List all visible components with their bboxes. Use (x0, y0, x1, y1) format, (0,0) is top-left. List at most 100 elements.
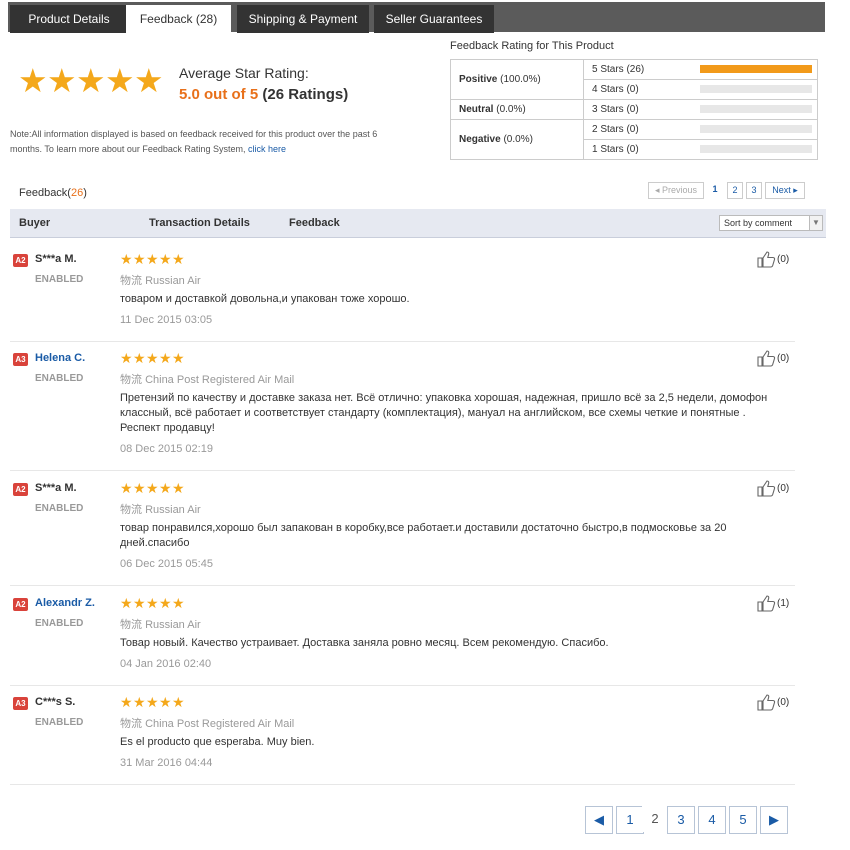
shipping-method: 物流 Russian Air (120, 619, 201, 631)
rating-table-title: Feedback Rating for This Product (450, 40, 614, 52)
note-text: Note:All information displayed is based … (10, 129, 378, 154)
click-here-link[interactable]: click here (248, 144, 286, 154)
page-2: 2 (642, 806, 668, 832)
feedback-table-header: Buyer Transaction Details Feedback Sort … (10, 209, 826, 238)
helpful-count: (0) (777, 254, 790, 266)
star-icon: ★ (105, 62, 135, 99)
page-3[interactable]: 3 (667, 806, 695, 834)
page-1[interactable]: 1 (708, 182, 722, 197)
review-text: товаром и доставкой довольна,и упакован … (120, 293, 410, 305)
review-date: 11 Dec 2015 03:05 (120, 314, 213, 326)
page-3[interactable]: 3 (746, 182, 762, 199)
rating-bar (700, 145, 812, 153)
star-icon: ★ (134, 62, 164, 99)
average-rating-title: Average Star Rating: (179, 65, 309, 81)
review-entry: A3 C***s S. ENABLED ★★★★★ 物流 China Post Regi… (10, 694, 795, 785)
buyer-status: ENABLED (35, 618, 84, 629)
buyer-level-badge: A3 (13, 697, 28, 710)
rating-category-neutral: Neutral (0.0%) (450, 99, 584, 120)
review-entry: A2 S***a M. ENABLED ★★★★★ 物流 Russian Air това… (10, 251, 795, 342)
review-date: 06 Dec 2015 05:45 (120, 558, 213, 570)
thumbs-up-icon (757, 350, 776, 367)
next-button[interactable]: Next ▸ (765, 182, 805, 199)
review-date: 04 Jan 2016 02:40 (120, 658, 212, 670)
prev-page-icon[interactable]: ◀ (585, 806, 613, 834)
average-rating-stars: ★★★★★ (18, 62, 164, 99)
page-1[interactable]: 1 (616, 806, 644, 834)
helpful-button[interactable]: (0) (757, 350, 789, 367)
star-icon: ★ (133, 480, 146, 496)
star-icon: ★ (146, 480, 159, 496)
page-5[interactable]: 5 (729, 806, 757, 834)
helpful-count: (0) (777, 353, 790, 365)
star-icon: ★ (146, 350, 159, 366)
star-icon: ★ (120, 694, 133, 710)
buyer-level-badge: A2 (13, 483, 28, 496)
review-entry: A2 Alexandr Z. ENABLED ★★★★★ 物流 Russian Air Т… (10, 595, 795, 686)
average-rating-value: 5.0 out of 5 (26 Ratings) (179, 86, 348, 103)
review-stars: ★★★★★ (120, 595, 185, 613)
review-date: 31 Mar 2016 04:44 (120, 757, 213, 769)
chevron-down-icon: ▼ (809, 216, 822, 230)
star-row-1: 1 Stars (0) (583, 139, 818, 160)
star-icon: ★ (146, 251, 159, 267)
rating-category-negative: Negative (0.0%) (450, 119, 584, 160)
buyer-status: ENABLED (35, 503, 84, 514)
buyer-name: S***a M. (35, 253, 77, 265)
review-text: Es el producto que esperaba. Muy bien. (120, 736, 315, 748)
helpful-button[interactable]: (0) (757, 480, 789, 497)
previous-button[interactable]: ◂ Previous (648, 182, 704, 199)
thumbs-up-icon (757, 251, 776, 268)
review-entry: A2 S***a M. ENABLED ★★★★★ 物流 Russian Air това… (10, 480, 795, 586)
ratings-count: (26 Ratings) (262, 86, 349, 103)
helpful-count: (0) (777, 697, 790, 709)
shipping-method: 物流 Russian Air (120, 504, 201, 516)
thumbs-up-icon (757, 480, 776, 497)
star-icon: ★ (146, 694, 159, 710)
star-row-5: 5 Stars (26) (583, 59, 818, 80)
helpful-button[interactable]: (0) (757, 251, 789, 268)
col-transaction: Transaction Details (149, 217, 250, 229)
star-icon: ★ (172, 480, 185, 496)
page-2[interactable]: 2 (727, 182, 743, 199)
star-icon: ★ (146, 595, 159, 611)
rating-bar (700, 125, 812, 133)
tab-feedback[interactable]: Feedback (28) (126, 5, 231, 35)
sort-dropdown[interactable]: Sort by comment ▼ (719, 215, 823, 231)
rating-category-positive: Positive (100.0%) (450, 59, 584, 100)
star-icon: ★ (159, 595, 172, 611)
tab-shipping-payment[interactable]: Shipping & Payment (237, 5, 369, 33)
star-icon: ★ (159, 251, 172, 267)
review-stars: ★★★★★ (120, 694, 185, 712)
tab-product-details[interactable]: Product Details (10, 5, 128, 33)
page-4[interactable]: 4 (698, 806, 726, 834)
star-icon: ★ (133, 350, 146, 366)
buyer-status: ENABLED (35, 717, 84, 728)
shipping-method: 物流 China Post Registered Air Mail (120, 718, 295, 730)
star-icon: ★ (172, 595, 185, 611)
buyer-status: ENABLED (35, 373, 84, 384)
buyer-name[interactable]: Alexandr Z. (35, 597, 95, 609)
star-icon: ★ (172, 694, 185, 710)
col-buyer: Buyer (19, 217, 51, 229)
rating-table: Positive (100.0%) 5 Stars (26) 4 Stars (… (450, 59, 818, 160)
star-icon: ★ (172, 251, 185, 267)
star-row-4: 4 Stars (0) (583, 79, 818, 100)
thumbs-up-icon (757, 595, 776, 612)
review-text: товар понравился,хорошо был запакован в … (120, 522, 727, 549)
tab-seller-guarantees[interactable]: Seller Guarantees (374, 5, 494, 33)
helpful-button[interactable]: (1) (757, 595, 789, 612)
review-stars: ★★★★★ (120, 480, 185, 498)
next-page-icon[interactable]: ▶ (760, 806, 788, 834)
buyer-level-badge: A3 (13, 353, 28, 366)
average-score: 5.0 out of 5 (179, 86, 259, 103)
star-icon: ★ (120, 595, 133, 611)
rating-bar (700, 105, 812, 113)
buyer-name: S***a M. (35, 482, 77, 494)
col-feedback: Feedback (289, 217, 340, 229)
buyer-name[interactable]: Helena C. (35, 352, 85, 364)
helpful-button[interactable]: (0) (757, 694, 789, 711)
star-icon: ★ (133, 595, 146, 611)
buyer-level-badge: A2 (13, 254, 28, 267)
helpful-count: (1) (777, 598, 790, 610)
